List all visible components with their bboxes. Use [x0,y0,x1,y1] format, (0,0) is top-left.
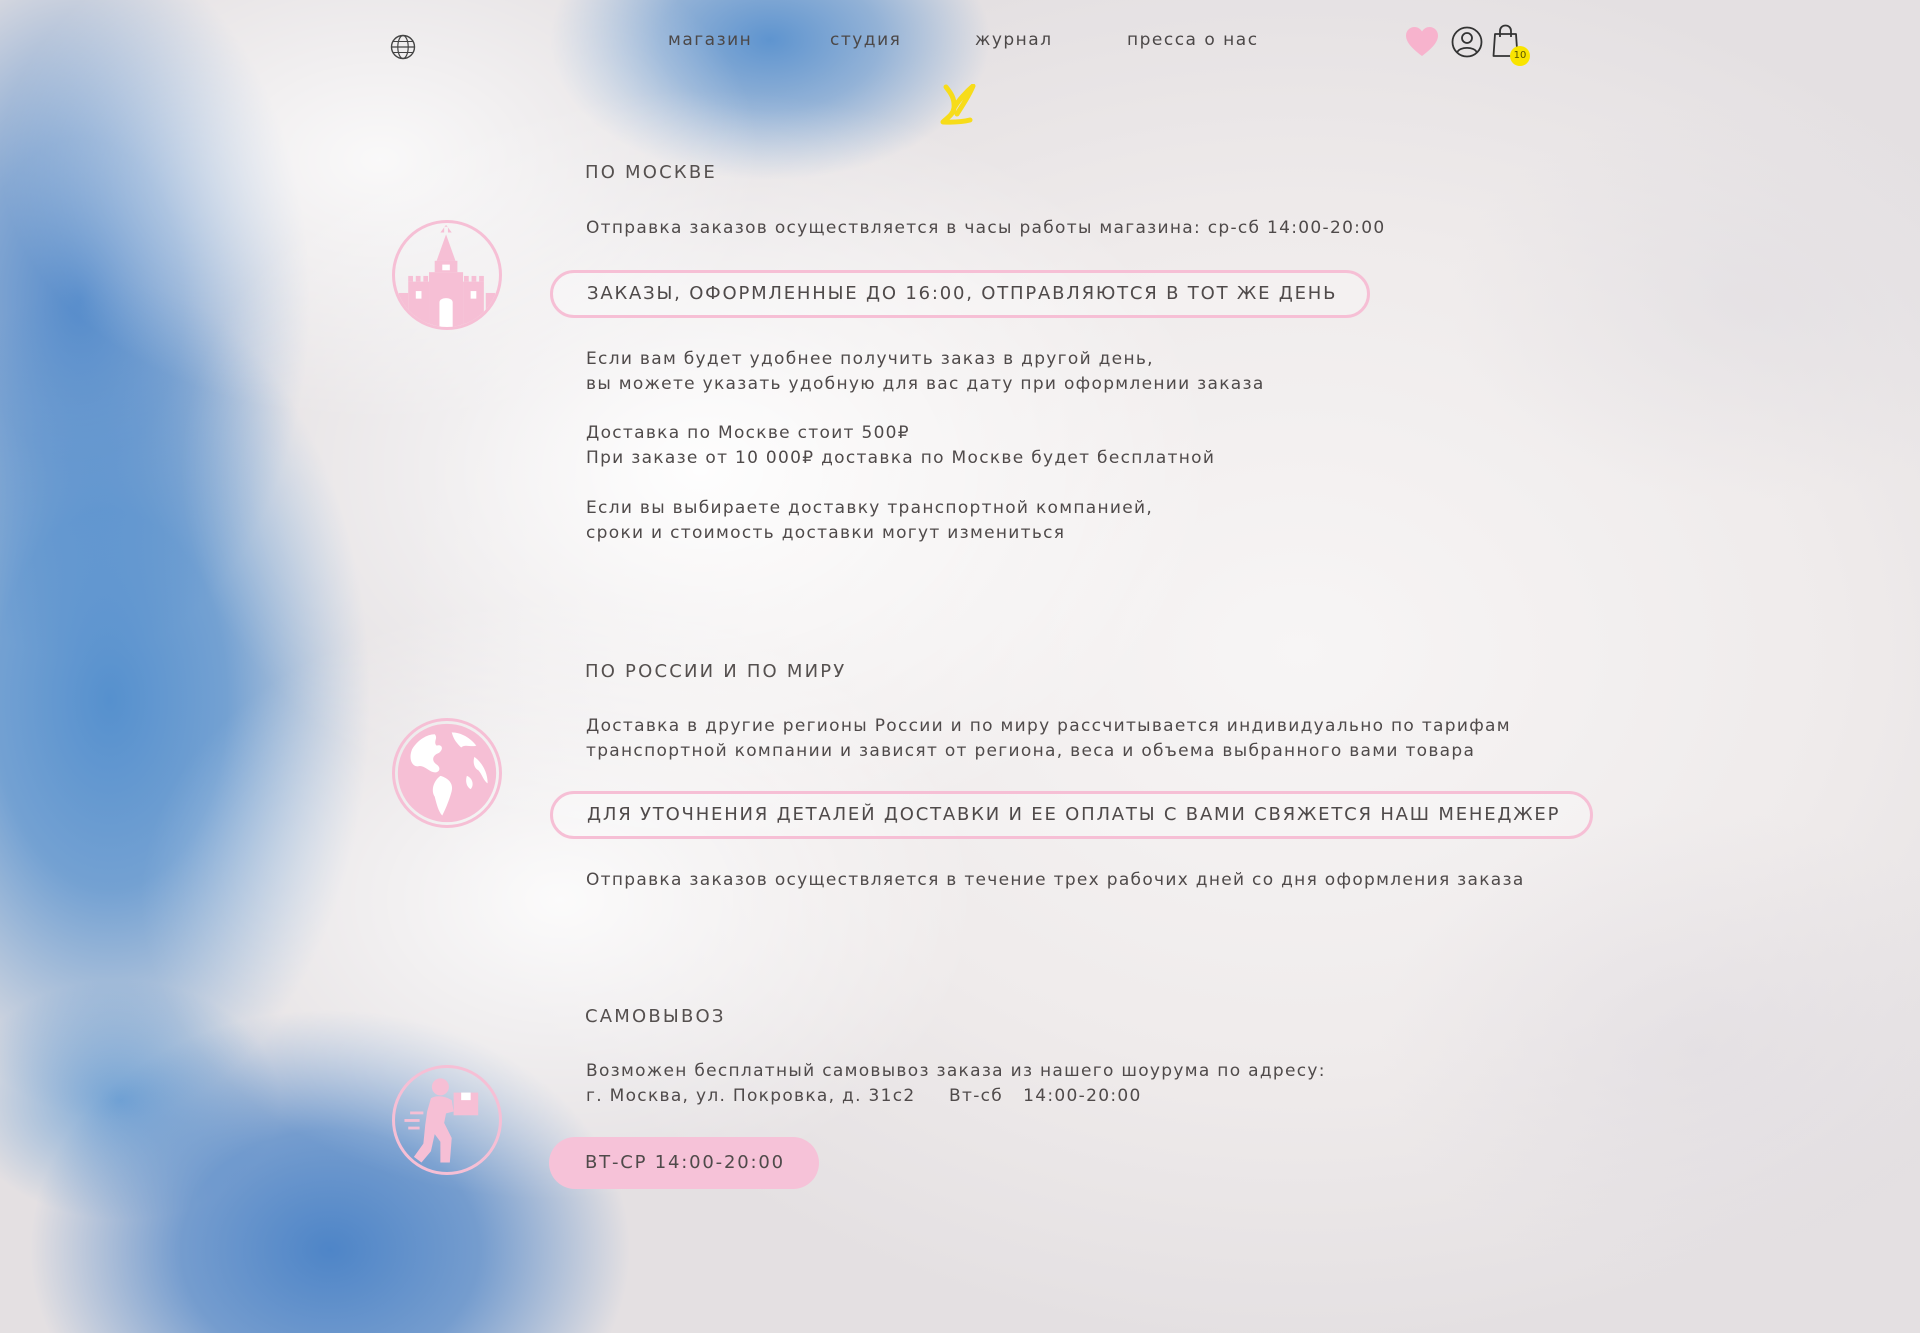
section-title-pickup: САМОВЫВОЗ [585,1006,726,1027]
heart-icon[interactable] [1405,26,1439,58]
brand-logo[interactable] [940,83,980,133]
nav-journal[interactable]: журнал [975,30,1053,50]
earth-globe-icon [392,718,502,828]
site-header: магазин студия журнал пресса о нас 10 [0,0,1920,130]
moscow-other-day-text: Если вам будет удобнее получить заказ в … [586,349,1265,394]
user-icon[interactable] [1451,26,1483,58]
pickup-address-text: Возможен бесплатный самовывоз заказа из … [586,1061,1326,1106]
nav-shop[interactable]: магазин [668,30,752,50]
moscow-hours-text: Отправка заказов осуществляется в часы р… [586,218,1386,238]
section-title-russia: ПО РОССИИ И ПО МИРУ [585,661,847,682]
sky-background [0,0,1920,1333]
russia-manager-highlight: ДЛЯ УТОЧНЕНИЯ ДЕТАЛЕЙ ДОСТАВКИ И ЕЕ ОПЛА… [550,791,1594,839]
moscow-price-text: Доставка по Москве стоит 500₽ При заказе… [586,423,1216,468]
nav-studio[interactable]: студия [830,30,901,50]
section-title-moscow: ПО МОСКВЕ [585,162,717,183]
moscow-same-day-highlight: ЗАКАЗЫ, ОФОРМЛЕННЫЕ ДО 16:00, ОТПРАВЛЯЮТ… [550,270,1371,318]
pickup-hours-button[interactable]: ВТ-СР 14:00-20:00 [549,1137,819,1189]
russia-dispatch-text: Отправка заказов осуществляется в течени… [586,870,1525,890]
courier-box-icon [392,1065,502,1175]
logo-mark-icon [940,83,976,125]
moscow-transport-text: Если вы выбираете доставку транспортной … [586,498,1154,543]
globe-icon[interactable] [390,34,416,60]
russia-tariff-text: Доставка в другие регионы России и по ми… [586,716,1511,761]
kremlin-tower-icon [392,220,502,330]
nav-press[interactable]: пресса о нас [1127,30,1259,50]
cart-count-badge: 10 [1510,46,1530,66]
